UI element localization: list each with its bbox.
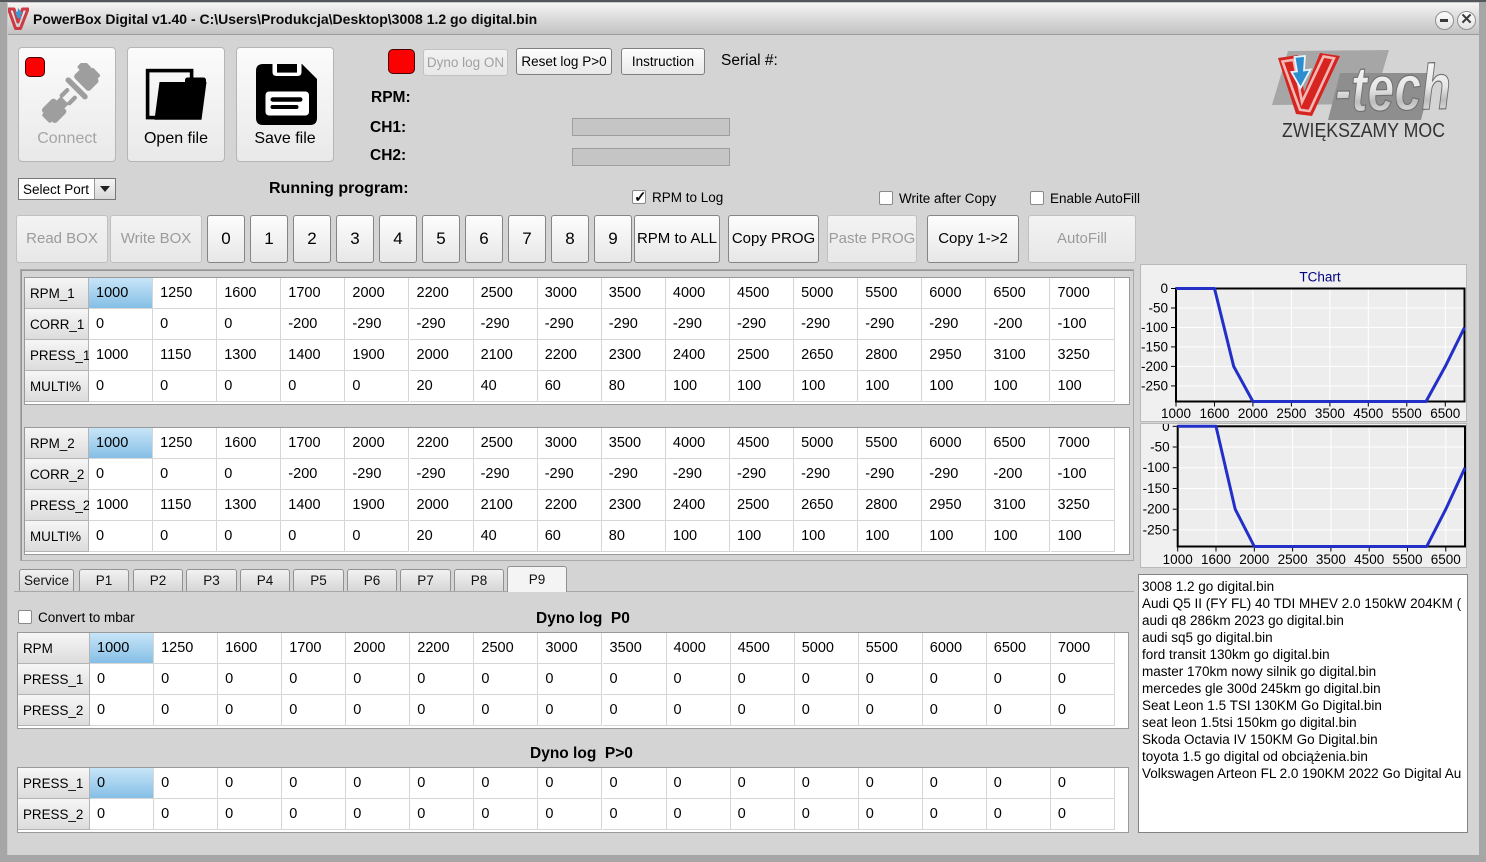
svg-text:TChart: TChart <box>1299 270 1341 285</box>
svg-text:3500: 3500 <box>1316 552 1346 567</box>
svg-text:-200: -200 <box>1141 359 1168 374</box>
svg-text:-150: -150 <box>1143 481 1170 496</box>
svg-text:1000: 1000 <box>1163 552 1193 567</box>
svg-text:4500: 4500 <box>1353 406 1383 421</box>
svg-text:-100: -100 <box>1143 460 1170 475</box>
svg-text:ZWIĘKSZAMY MOC: ZWIĘKSZAMY MOC <box>1282 120 1445 142</box>
svg-text:-100: -100 <box>1141 320 1168 335</box>
svg-text:4500: 4500 <box>1354 552 1384 567</box>
svg-text:0: 0 <box>1162 424 1170 434</box>
svg-text:2000: 2000 <box>1238 406 1268 421</box>
svg-text:5500: 5500 <box>1392 552 1422 567</box>
svg-text:-200: -200 <box>1143 502 1170 517</box>
svg-text:1000: 1000 <box>1161 406 1191 421</box>
svg-text:-250: -250 <box>1143 522 1170 537</box>
svg-text:-50: -50 <box>1150 440 1170 455</box>
svg-text:5500: 5500 <box>1392 406 1422 421</box>
svg-text:2500: 2500 <box>1276 406 1306 421</box>
svg-text:2000: 2000 <box>1239 552 1269 567</box>
svg-text:3500: 3500 <box>1315 406 1345 421</box>
svg-text:6500: 6500 <box>1431 552 1461 567</box>
svg-text:6500: 6500 <box>1430 406 1460 421</box>
svg-text:2500: 2500 <box>1278 552 1308 567</box>
svg-text:-tech: -tech <box>1334 51 1452 126</box>
svg-text:1600: 1600 <box>1199 406 1229 421</box>
svg-text:0: 0 <box>1160 281 1168 296</box>
svg-text:-50: -50 <box>1148 301 1168 316</box>
svg-text:-150: -150 <box>1141 339 1168 354</box>
svg-text:-250: -250 <box>1141 378 1168 393</box>
svg-text:1600: 1600 <box>1201 552 1231 567</box>
